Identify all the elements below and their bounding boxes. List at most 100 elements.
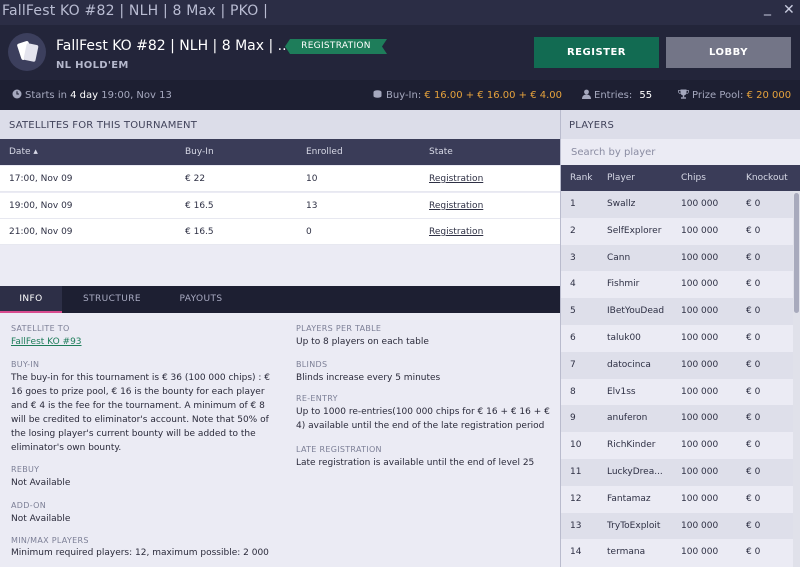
player-ko: € 0 [746,333,761,343]
coins-icon [373,90,382,98]
satellite-row[interactable]: 19:00, Nov 09 € 16.5 13 Registration [0,193,560,219]
player-ko: € 0 [746,199,761,209]
blinds-value: Blinds increase every 5 minutes [296,373,441,383]
player-chips: 100 000 [681,199,719,209]
sat-date: 19:00, Nov 09 [9,201,73,211]
sat-date: 21:00, Nov 09 [9,227,73,237]
satellite-to-label: SATELLITE TO [11,324,70,333]
player-player: SelfExplorer [607,225,662,236]
satellite-row[interactable]: 21:00, Nov 09 € 16.5 0 Registration [0,219,560,245]
player-rank: 11 [570,467,582,477]
satellite-to-link[interactable]: FallFest KO #93 [11,335,82,349]
player-chips: 100 000 [681,386,719,397]
col-player[interactable]: Player [607,173,635,183]
col-rank[interactable]: Rank [570,173,593,183]
col-knockout[interactable]: Knockout [746,173,788,183]
player-chips: 100 000 [681,279,719,290]
players-per-table-label: PLAYERS PER TABLE [296,324,382,333]
sat-enrolled: 10 [306,174,318,184]
player-player: RichKinder [607,440,656,451]
col-chips[interactable]: Chips [681,173,706,183]
satellite-row[interactable]: 17:00, Nov 09 € 22 10 Registration [0,166,560,192]
sat-date: 17:00, Nov 09 [9,174,73,184]
blinds-label: BLINDS [296,360,328,369]
player-ko: € 0 [746,252,761,263]
player-rank: 5 [570,306,576,317]
rebuy-label: REBUY [11,465,40,474]
player-player: Fantamaz [607,493,651,504]
player-player: Fishmir [607,279,640,290]
tab-payouts[interactable]: PAYOUTS [168,286,234,313]
tab-info[interactable]: INFO [0,286,62,313]
col-state[interactable]: State [429,147,453,157]
player-chips: 100 000 [681,547,719,558]
player-row[interactable]: 4 Fishmir 100 000 € 0 [561,271,793,299]
detail-tabs: INFO STRUCTURE PAYOUTS [0,286,560,313]
sat-buyin: € 22 [185,174,206,184]
col-buyin[interactable]: Buy-In [185,147,214,157]
player-row[interactable]: 14 termana 100 000 € 0 [561,539,793,567]
sat-buyin: € 16.5 [185,227,214,237]
player-row[interactable]: 11 LuckyDrea... 100 000 € 0 [561,459,793,486]
player-row[interactable]: 12 Fantamaz 100 000 € 0 [561,485,793,513]
player-rank: 1 [570,199,576,209]
player-row[interactable]: 13 TryToExploit 100 000 € 0 [561,512,793,540]
player-row[interactable]: 7 datocinca 100 000 € 0 [561,351,793,379]
trophy-icon [678,89,689,99]
player-chips: 100 000 [681,413,719,424]
player-row[interactable]: 2 SelfExplorer 100 000 € 0 [561,217,793,245]
player-chips: 100 000 [681,440,719,451]
late-registration-label: LATE REGISTRATION [296,445,382,454]
start-days: 4 day [70,90,99,101]
player-row[interactable]: 3 Cann 100 000 € 0 [561,244,793,272]
entries-info: Entries: 55 [582,89,652,101]
player-rank: 6 [570,333,576,343]
player-ko: € 0 [746,547,761,558]
tab-structure[interactable]: STRUCTURE [72,286,152,313]
player-row[interactable]: 10 RichKinder 100 000 € 0 [561,432,793,459]
register-button[interactable]: REGISTER [534,37,659,68]
player-ko: € 0 [746,413,761,424]
minmax-value: Minimum required players: 12, maximum po… [11,548,269,558]
tournament-info-strip: Starts in 4 day 19:00, Nov 13 Buy-In: € … [0,80,800,110]
start-prefix: Starts in [25,90,67,101]
satellites-empty-area [0,245,560,286]
entries-label: Entries: [594,90,633,101]
player-chips: 100 000 [681,306,719,317]
player-row[interactable]: 1 Swallz 100 000 € 0 [561,191,793,218]
reentry-label: RE-ENTRY [296,394,338,403]
start-time: Starts in 4 day 19:00, Nov 13 [12,89,172,101]
buyin-section-label: BUY-IN [11,360,40,369]
player-rank: 7 [570,359,576,370]
col-enrolled[interactable]: Enrolled [306,147,343,157]
sat-state-link[interactable]: Registration [429,201,483,211]
minimize-icon[interactable]: _ [764,0,771,16]
clock-icon [12,89,22,99]
title-bar: FallFest KO #82 | NLH | 8 Max | PKO | _ … [0,0,800,25]
player-row[interactable]: 5 IBetYouDead 100 000 € 0 [561,298,793,325]
col-date[interactable]: Date ▴ [9,147,38,157]
player-ko: € 0 [746,493,761,504]
player-row[interactable]: 9 anuferon 100 000 € 0 [561,405,793,433]
satellites-heading: SATELLITES FOR THIS TOURNAMENT [0,110,560,139]
player-ko: € 0 [746,225,761,236]
player-chips: 100 000 [681,493,719,504]
player-player: anuferon [607,413,648,424]
tournament-title: FallFest KO #82 | NLH | 8 Max | ... [56,38,291,54]
player-row[interactable]: 6 taluk00 100 000 € 0 [561,325,793,352]
sat-enrolled: 0 [306,227,312,237]
buyin-description: The buy-in for this tournament is € 36 (… [11,373,271,453]
cards-icon [8,33,46,71]
lobby-button[interactable]: LOBBY [666,37,791,68]
player-player: termana [607,547,646,558]
status-badge: REGISTRATION [285,39,387,54]
player-chips: 100 000 [681,252,719,263]
player-player: Cann [607,252,631,263]
sat-state-link[interactable]: Registration [429,174,483,184]
sat-state-link[interactable]: Registration [429,227,483,237]
players-scrollbar-thumb[interactable] [794,193,799,313]
player-search-input[interactable] [561,139,800,165]
info-panel: SATELLITE TO FallFest KO #93 BUY-IN The … [0,313,560,567]
close-icon[interactable]: ✕ [783,2,795,18]
player-row[interactable]: 8 Elv1ss 100 000 € 0 [561,378,793,406]
